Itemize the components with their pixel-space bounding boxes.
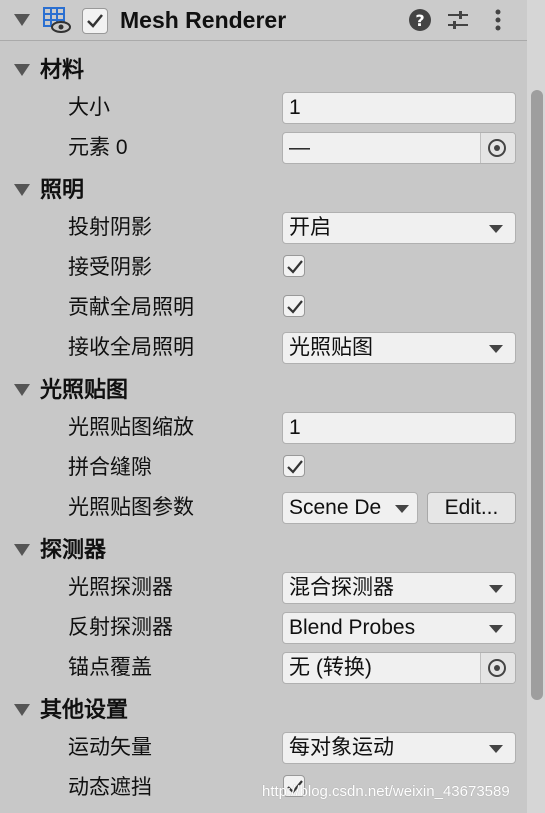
receive-gi-value: 光照贴图 [289, 336, 373, 359]
dropdown-arrow-icon [489, 585, 503, 593]
lighting-fold-icon[interactable] [14, 184, 30, 196]
motion-vectors-value: 每对象运动 [289, 736, 394, 759]
element-0-label: 元素 0 [68, 136, 128, 159]
materials-fold-icon[interactable] [14, 64, 30, 76]
dropdown-arrow-icon [489, 625, 503, 633]
reflection-probes-dropdown[interactable]: Blend Probes [282, 612, 516, 644]
lightmapping-section-title[interactable]: 光照贴图 [40, 378, 128, 402]
component-title: Mesh Renderer [120, 7, 287, 33]
lighting-section-title[interactable]: 照明 [40, 178, 84, 202]
contribute-gi-label: 贡献全局照明 [68, 296, 194, 319]
size-input[interactable]: 1 [282, 92, 516, 124]
light-probes-label: 光照探测器 [68, 576, 173, 599]
motion-vectors-label: 运动矢量 [68, 736, 152, 759]
element-0-value: — [289, 136, 310, 159]
light-probes-value: 混合探测器 [289, 576, 394, 599]
receive-shadows-checkbox[interactable] [283, 255, 305, 277]
lightmapping-fold-icon[interactable] [14, 384, 30, 396]
collapse-arrow-icon[interactable] [14, 14, 30, 26]
element-0-object-field[interactable]: — [282, 132, 516, 164]
reflection-probes-value: Blend Probes [289, 616, 416, 639]
component-header: Mesh Renderer ? [0, 0, 527, 41]
scrollbar-thumb[interactable] [531, 90, 543, 700]
anchor-override-object-field[interactable]: 无 (转换) [282, 652, 516, 684]
dropdown-arrow-icon [489, 225, 503, 233]
preset-sliders-icon[interactable] [446, 8, 470, 32]
reflection-probes-label: 反射探测器 [68, 616, 173, 639]
probes-fold-icon[interactable] [14, 544, 30, 556]
lightmap-scale-label: 光照贴图缩放 [68, 416, 194, 439]
object-picker-icon[interactable] [480, 653, 515, 683]
other-settings-fold-icon[interactable] [14, 704, 30, 716]
other-settings-section-title[interactable]: 其他设置 [40, 698, 128, 722]
svg-text:?: ? [415, 11, 424, 30]
size-label: 大小 [68, 96, 110, 119]
lightmap-params-value: Scene De [289, 496, 382, 519]
dropdown-arrow-icon [489, 745, 503, 753]
contribute-gi-checkbox[interactable] [283, 295, 305, 317]
cast-shadows-value: 开启 [289, 216, 331, 239]
receive-gi-label: 接收全局照明 [68, 336, 194, 359]
anchor-override-label: 锚点覆盖 [68, 656, 152, 679]
enabled-checkbox[interactable] [82, 8, 108, 34]
cast-shadows-label: 投射阴影 [68, 216, 152, 239]
edit-button[interactable]: Edit... [427, 492, 516, 524]
dynamic-occlusion-label: 动态遮挡 [68, 776, 152, 799]
stitch-seams-checkbox[interactable] [283, 455, 305, 477]
dropdown-arrow-icon [395, 505, 409, 513]
lightmap-params-dropdown[interactable]: Scene De [282, 492, 418, 524]
mesh-renderer-icon [42, 6, 72, 34]
probes-section-title[interactable]: 探测器 [40, 538, 106, 562]
more-icon[interactable] [490, 8, 506, 32]
watermark-text: http://blog.csdn.net/weixin_43673589 [262, 783, 510, 800]
motion-vectors-dropdown[interactable]: 每对象运动 [282, 732, 516, 764]
cast-shadows-dropdown[interactable]: 开启 [282, 212, 516, 244]
anchor-override-value: 无 (转换) [289, 656, 372, 679]
help-icon[interactable]: ? [408, 8, 432, 32]
light-probes-dropdown[interactable]: 混合探测器 [282, 572, 516, 604]
receive-shadows-label: 接受阴影 [68, 256, 152, 279]
object-picker-icon[interactable] [480, 133, 515, 163]
stitch-seams-label: 拼合缝隙 [68, 456, 152, 479]
dropdown-arrow-icon [489, 345, 503, 353]
materials-section-title[interactable]: 材料 [40, 58, 84, 82]
lightmap-params-label: 光照贴图参数 [68, 496, 194, 519]
lightmap-scale-input[interactable]: 1 [282, 412, 516, 444]
receive-gi-dropdown[interactable]: 光照贴图 [282, 332, 516, 364]
